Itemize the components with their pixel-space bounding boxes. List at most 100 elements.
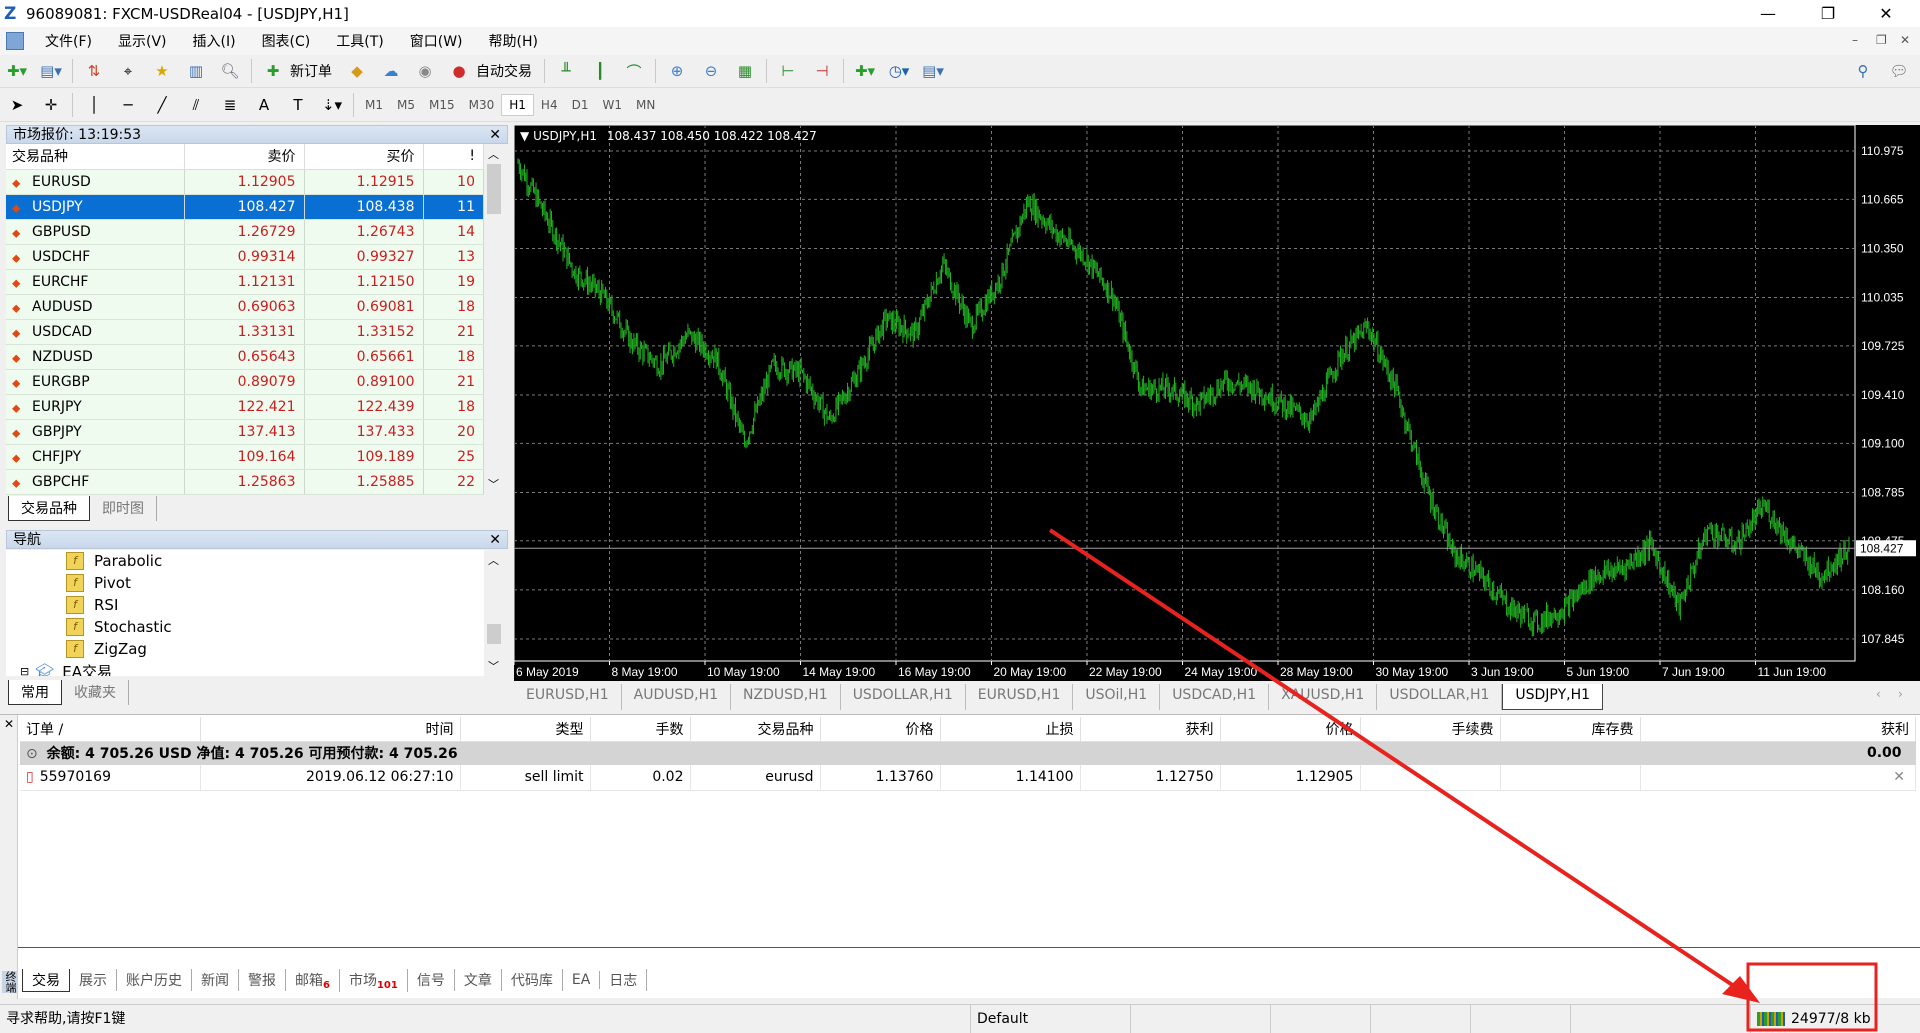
column-symbol[interactable]: 交易品种 xyxy=(6,144,185,170)
menu-insert[interactable]: 插入(I) xyxy=(180,31,249,51)
terminal-tab[interactable]: 市场101 xyxy=(340,968,408,992)
terminal-tab[interactable]: EA xyxy=(563,971,601,989)
order-column[interactable]: 价格 xyxy=(1220,717,1361,742)
profiles-icon[interactable]: ▤▾ xyxy=(39,60,63,82)
terminal-tab[interactable]: 日志 xyxy=(600,969,648,991)
scroll-up-icon[interactable]: ︿ xyxy=(488,552,499,568)
order-column[interactable]: 获利 xyxy=(1640,717,1916,742)
candlestick-icon[interactable]: ┃ xyxy=(588,60,612,82)
chart-tab[interactable]: XAUUSD,H1 xyxy=(1269,684,1378,710)
chart-tab[interactable]: USDOLLAR,H1 xyxy=(1377,684,1503,710)
market-watch-row[interactable]: ⬥ CHFJPY 109.164 109.189 25 xyxy=(6,444,484,470)
trendline-icon[interactable]: ╱ xyxy=(150,94,174,116)
scroll-up-icon[interactable]: ︿ xyxy=(488,146,499,162)
chat-icon[interactable]: 💬︎ xyxy=(1887,60,1911,82)
timeframe-m30[interactable]: M30 xyxy=(462,95,502,115)
market-watch-row[interactable]: ⬥ EURGBP 0.89079 0.89100 21 xyxy=(6,369,484,395)
chart-tab[interactable]: NZDUSD,H1 xyxy=(731,684,841,710)
arrows-icon[interactable]: ⇣▾ xyxy=(320,94,344,116)
minimize-button[interactable]: — xyxy=(1740,0,1796,27)
navigator-item[interactable]: f ZigZag xyxy=(6,638,484,660)
equidistant-channel-icon[interactable]: ⫽ xyxy=(184,94,208,116)
bar-chart-icon[interactable]: ╨ xyxy=(554,60,578,82)
collapse-triangle-icon[interactable]: ▼ xyxy=(520,129,529,143)
market-watch-row[interactable]: ⬥ EURUSD 1.12905 1.12915 10 xyxy=(6,169,484,195)
market-watch-row[interactable]: ⬥ EURJPY 122.421 122.439 18 xyxy=(6,394,484,420)
chart-window-icon[interactable] xyxy=(6,32,24,50)
terminal-tab[interactable]: 文章 xyxy=(455,969,502,991)
tab-favorites[interactable]: 收藏夹 xyxy=(62,680,129,705)
market-watch-scrollbar[interactable]: ︿ ﹀ xyxy=(485,144,503,494)
horizontal-line-icon[interactable]: ─ xyxy=(116,94,140,116)
scroll-thumb[interactable] xyxy=(487,164,501,214)
price-chart[interactable]: 110.975 110.665 110.350 110.035 109.725 109.4… xyxy=(514,125,1920,681)
timeframe-mn[interactable]: MN xyxy=(629,95,662,115)
vps-icon[interactable]: ◉ xyxy=(413,60,437,82)
market-watch-close-button[interactable]: ✕ xyxy=(489,126,501,145)
order-column[interactable]: 手续费 xyxy=(1360,717,1501,742)
terminal-icon[interactable]: ▥ xyxy=(184,60,208,82)
chart-tab[interactable]: EURUSD,H1 xyxy=(966,684,1074,710)
market-watch-row[interactable]: ⬥ AUDUSD 0.69063 0.69081 18 xyxy=(6,294,484,320)
navigator-close-button[interactable]: ✕ xyxy=(489,531,501,550)
menu-charts[interactable]: 图表(C) xyxy=(249,31,324,51)
timeframe-d1[interactable]: D1 xyxy=(565,95,596,115)
terminal-tab[interactable]: 警报 xyxy=(239,969,286,991)
terminal-close-button[interactable]: ✕ xyxy=(4,717,14,731)
data-window-icon[interactable]: ⌖ xyxy=(116,60,140,82)
metaeditor-icon[interactable]: ◆ xyxy=(345,60,369,82)
fibonacci-icon[interactable]: ≣ xyxy=(218,94,242,116)
order-row[interactable]: ▯ 55970169 2019.06.12 06:27:10 sell limit 0.… xyxy=(20,765,1916,791)
market-watch-row[interactable]: ⬥ EURCHF 1.12131 1.12150 19 xyxy=(6,269,484,295)
indicators-icon[interactable]: ✚▾ xyxy=(853,60,877,82)
chart-svg[interactable]: 110.975 110.665 110.350 110.035 109.725 109.4… xyxy=(514,125,1920,681)
terminal-tab[interactable]: 展示 xyxy=(70,969,117,991)
status-profile[interactable]: Default xyxy=(970,1005,1130,1033)
terminal-tab[interactable]: 代码库 xyxy=(502,969,563,991)
order-column[interactable]: 类型 xyxy=(460,717,591,742)
chart-shift-icon[interactable]: ⊣ xyxy=(810,60,834,82)
maximize-button[interactable]: ❐ xyxy=(1800,0,1856,27)
menu-tools[interactable]: 工具(T) xyxy=(323,31,396,51)
chart-tab[interactable]: USDOLLAR,H1 xyxy=(841,684,966,710)
chart-tab[interactable]: AUDUSD,H1 xyxy=(622,684,732,710)
tab-common[interactable]: 常用 xyxy=(8,680,62,705)
timeframe-w1[interactable]: W1 xyxy=(595,95,629,115)
order-column[interactable]: 价格 xyxy=(820,717,941,742)
navigator-item[interactable]: f Stochastic xyxy=(6,616,484,638)
order-column[interactable]: 交易品种 xyxy=(690,717,821,742)
market-watch-row[interactable]: ⬥ GBPJPY 137.413 137.433 20 xyxy=(6,419,484,445)
balance-collapse-icon[interactable]: ⊙ xyxy=(26,746,38,762)
order-column[interactable]: 订单 / xyxy=(20,717,201,742)
column-bid[interactable]: 卖价 xyxy=(184,144,305,170)
order-column[interactable]: 获利 xyxy=(1080,717,1221,742)
menu-view[interactable]: 显示(V) xyxy=(105,31,180,51)
order-column[interactable]: 时间 xyxy=(200,717,461,742)
navigator-scrollbar[interactable]: ︿ ﹀ xyxy=(485,550,503,676)
navigator-item[interactable]: f RSI xyxy=(6,594,484,616)
connection-status[interactable]: 24977/8 kb xyxy=(1750,1005,1920,1033)
crosshair-icon[interactable]: ✛ xyxy=(39,94,63,116)
auto-trading-icon[interactable]: ● xyxy=(447,60,471,82)
market-watch-row[interactable]: ⬥ GBPUSD 1.26729 1.26743 14 xyxy=(6,219,484,245)
close-button[interactable]: ✕ xyxy=(1858,0,1914,27)
terminal-tab[interactable]: 账户历史 xyxy=(117,969,192,991)
zoom-out-icon[interactable]: ⊖ xyxy=(699,60,723,82)
market-watch-row[interactable]: ⬥ GBPCHF 1.25863 1.25885 22 xyxy=(6,469,484,495)
menu-window[interactable]: 窗口(W) xyxy=(397,31,476,51)
tab-scroll-right-icon[interactable]: › xyxy=(1898,687,1903,701)
cursor-icon[interactable]: ➤ xyxy=(5,94,29,116)
timeframe-m1[interactable]: M1 xyxy=(358,95,390,115)
market-watch-icon[interactable]: ⇅ xyxy=(82,60,106,82)
order-column[interactable]: 止损 xyxy=(940,717,1081,742)
search-icon[interactable]: ⚲ xyxy=(1851,60,1875,82)
navigator-icon[interactable]: ★ xyxy=(150,60,174,82)
navigator-item[interactable]: f Parabolic xyxy=(6,550,484,572)
navigator-item[interactable]: f Pivot xyxy=(6,572,484,594)
tab-tick-chart[interactable]: 即时图 xyxy=(90,496,157,521)
tab-scroll-left-icon[interactable]: ‹ xyxy=(1876,687,1881,701)
market-watch-row[interactable]: ⬥ USDCAD 1.33131 1.33152 21 xyxy=(6,319,484,345)
order-column[interactable]: 手数 xyxy=(590,717,691,742)
text-icon[interactable]: A xyxy=(252,94,276,116)
tile-windows-icon[interactable]: ▦ xyxy=(733,60,757,82)
